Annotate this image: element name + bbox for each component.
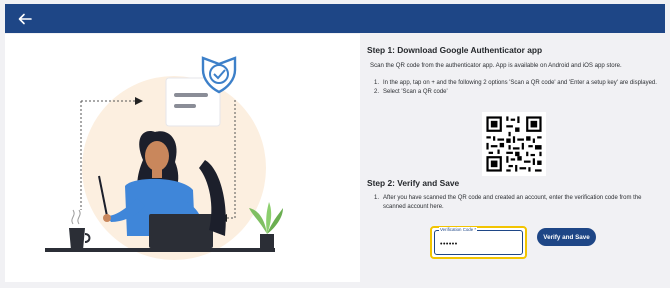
step2-title: Step 2: Verify and Save [367,178,460,188]
verification-code-input[interactable]: Verification Code * •••••• [434,227,523,255]
list-item: 2. Select 'Scan a QR code' [374,88,448,95]
top-bar [5,4,665,33]
verification-code-value[interactable]: •••••• [440,241,458,248]
verification-code-field[interactable]: Verification Code * •••••• [430,226,527,259]
illustration-image [45,56,283,260]
verify-and-save-button[interactable]: Verify and Save [537,228,596,246]
list-item: 1. After you have scanned the QR code and… [374,195,642,210]
setup-instructions: Step 1: Download Google Authenticator ap… [366,38,666,282]
step2-list: 1. After you have scanned the QR code and… [372,194,664,211]
verification-code-label: Verification Code * [439,227,478,232]
step1-description: Scan the QR code from the authenticator … [370,62,622,69]
list-item: 1. In the app, tap on + and the following… [374,80,657,86]
step1-list: 1. In the app, tap on + and the following… [372,79,664,96]
arrow-left-icon[interactable] [16,10,34,28]
step1-title: Step 1: Download Google Authenticator ap… [367,45,543,55]
illustration-panel [5,34,360,282]
app-frame: Step 1: Download Google Authenticator ap… [0,0,670,288]
qr-code-image [482,112,546,176]
